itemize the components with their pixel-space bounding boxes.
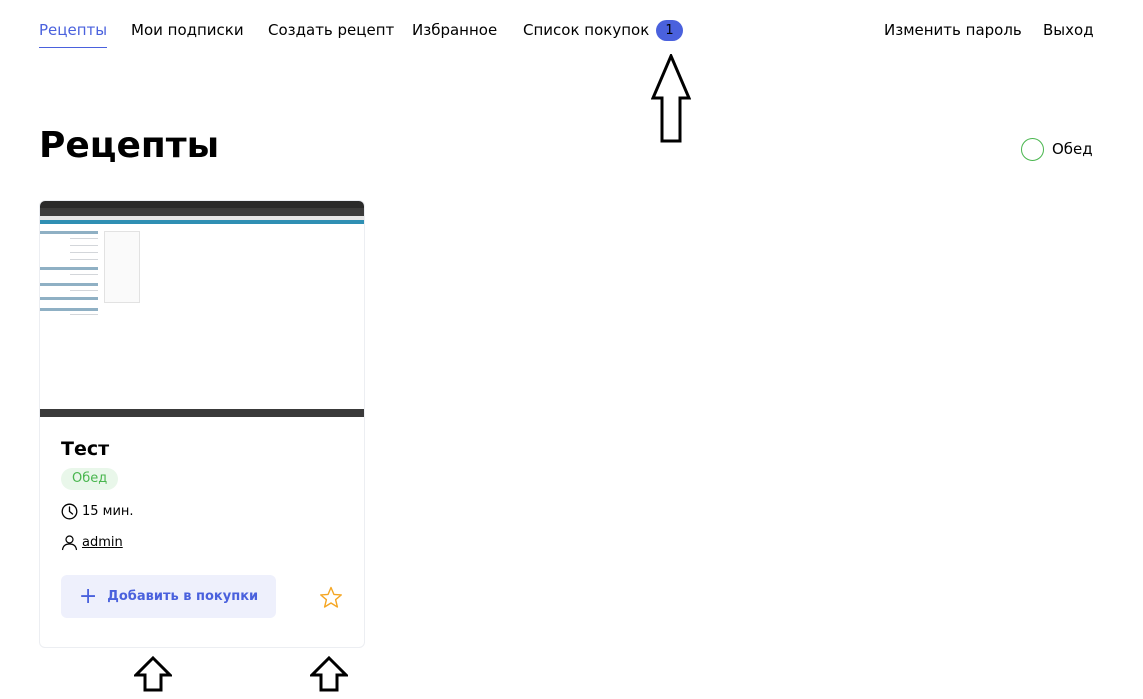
screenshot-row bbox=[40, 267, 98, 270]
recipe-author: admin bbox=[61, 534, 123, 551]
author-link[interactable]: admin bbox=[82, 535, 123, 550]
clock-icon bbox=[61, 503, 78, 520]
recipe-title[interactable]: Тест bbox=[61, 437, 109, 461]
user-icon bbox=[61, 535, 78, 551]
add-to-shopping-list-button[interactable]: + Добавить в покупки bbox=[61, 575, 276, 618]
screenshot-line bbox=[70, 314, 98, 315]
plus-icon: + bbox=[78, 583, 98, 609]
recipe-image[interactable] bbox=[40, 201, 364, 417]
screenshot-row bbox=[40, 283, 98, 286]
screenshot-row bbox=[40, 308, 98, 311]
screenshot-line bbox=[70, 252, 98, 253]
nav-shopping-list-link[interactable]: Список покупок bbox=[523, 20, 649, 40]
filter-checkbox-icon[interactable] bbox=[1021, 137, 1044, 161]
nav-change-password-link[interactable]: Изменить пароль bbox=[884, 20, 1022, 40]
nav-recipes-link[interactable]: Рецепты bbox=[39, 20, 108, 48]
annotation-arrow-up-icon bbox=[310, 656, 348, 692]
screenshot-line bbox=[70, 290, 98, 291]
nav-logout-link[interactable]: Выход bbox=[1043, 20, 1094, 40]
cooking-time: 15 мин. bbox=[61, 503, 134, 520]
favorite-star-icon[interactable] bbox=[319, 586, 343, 609]
annotation-arrow-up-icon bbox=[651, 54, 691, 143]
recipe-tag: Обед bbox=[61, 468, 119, 490]
screenshot-bottom-bar bbox=[40, 409, 364, 417]
shopping-list-count-badge: 1 bbox=[656, 20, 683, 41]
screenshot-line bbox=[70, 238, 98, 239]
screenshot-panel bbox=[104, 231, 140, 303]
screenshot-row bbox=[40, 231, 98, 234]
tag-filter-lunch[interactable]: Обед bbox=[1021, 137, 1093, 161]
nav-favorites-link[interactable]: Избранное bbox=[412, 20, 497, 40]
screenshot-titlebar bbox=[40, 201, 364, 208]
add-to-shopping-list-label: Добавить в покупки bbox=[107, 589, 259, 604]
annotation-arrow-up-icon bbox=[134, 656, 172, 692]
screenshot-header bbox=[40, 220, 364, 224]
screenshot-line bbox=[70, 274, 98, 275]
screenshot-tabs bbox=[40, 208, 364, 216]
cooking-time-value: 15 мин. bbox=[82, 504, 134, 519]
screenshot-line bbox=[70, 259, 98, 260]
filter-label: Обед bbox=[1052, 140, 1093, 158]
screenshot-line bbox=[70, 245, 98, 246]
nav-create-recipe-link[interactable]: Создать рецепт bbox=[268, 20, 394, 40]
screenshot-row bbox=[40, 297, 98, 300]
recipe-card: Тест Обед 15 мин. admin + Добавить в пок… bbox=[39, 200, 365, 648]
nav-subscriptions-link[interactable]: Мои подписки bbox=[131, 20, 244, 40]
top-navigation: Рецепты Мои подписки Создать рецепт Избр… bbox=[0, 0, 1143, 60]
page-title: Рецепты bbox=[39, 125, 220, 166]
